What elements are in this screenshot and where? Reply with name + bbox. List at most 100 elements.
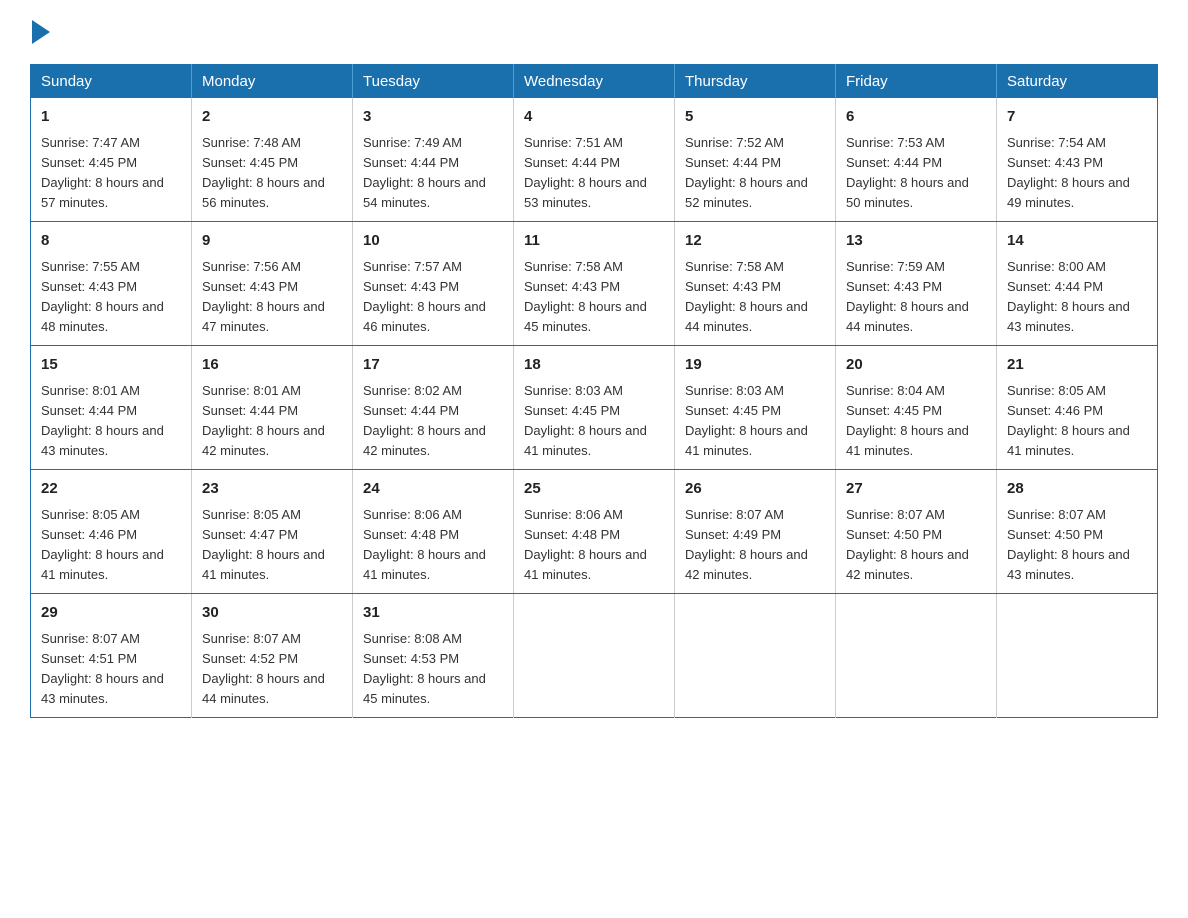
day-info: Sunrise: 7:47 AMSunset: 4:45 PMDaylight:… — [41, 135, 164, 210]
calendar-cell: 15 Sunrise: 8:01 AMSunset: 4:44 PMDaylig… — [31, 346, 192, 470]
day-number: 28 — [1007, 478, 1147, 501]
day-info: Sunrise: 7:53 AMSunset: 4:44 PMDaylight:… — [846, 135, 969, 210]
day-number: 24 — [363, 478, 503, 501]
calendar-cell: 8 Sunrise: 7:55 AMSunset: 4:43 PMDayligh… — [31, 222, 192, 346]
day-info: Sunrise: 7:48 AMSunset: 4:45 PMDaylight:… — [202, 135, 325, 210]
calendar-cell: 30 Sunrise: 8:07 AMSunset: 4:52 PMDaylig… — [192, 594, 353, 718]
day-number: 7 — [1007, 106, 1147, 129]
day-info: Sunrise: 8:07 AMSunset: 4:52 PMDaylight:… — [202, 631, 325, 706]
day-of-week-header: Friday — [836, 65, 997, 99]
day-info: Sunrise: 8:01 AMSunset: 4:44 PMDaylight:… — [202, 383, 325, 458]
day-number: 10 — [363, 230, 503, 253]
day-number: 25 — [524, 478, 664, 501]
calendar-cell: 23 Sunrise: 8:05 AMSunset: 4:47 PMDaylig… — [192, 470, 353, 594]
calendar-week-row: 1 Sunrise: 7:47 AMSunset: 4:45 PMDayligh… — [31, 98, 1158, 222]
day-info: Sunrise: 7:59 AMSunset: 4:43 PMDaylight:… — [846, 259, 969, 334]
day-info: Sunrise: 7:58 AMSunset: 4:43 PMDaylight:… — [685, 259, 808, 334]
day-number: 12 — [685, 230, 825, 253]
day-of-week-header: Tuesday — [353, 65, 514, 99]
day-number: 17 — [363, 354, 503, 377]
calendar-week-row: 15 Sunrise: 8:01 AMSunset: 4:44 PMDaylig… — [31, 346, 1158, 470]
calendar-cell: 9 Sunrise: 7:56 AMSunset: 4:43 PMDayligh… — [192, 222, 353, 346]
day-info: Sunrise: 8:04 AMSunset: 4:45 PMDaylight:… — [846, 383, 969, 458]
calendar-cell: 31 Sunrise: 8:08 AMSunset: 4:53 PMDaylig… — [353, 594, 514, 718]
day-of-week-header: Monday — [192, 65, 353, 99]
day-info: Sunrise: 8:08 AMSunset: 4:53 PMDaylight:… — [363, 631, 486, 706]
calendar-cell: 27 Sunrise: 8:07 AMSunset: 4:50 PMDaylig… — [836, 470, 997, 594]
calendar-cell — [836, 594, 997, 718]
day-info: Sunrise: 7:49 AMSunset: 4:44 PMDaylight:… — [363, 135, 486, 210]
day-info: Sunrise: 8:02 AMSunset: 4:44 PMDaylight:… — [363, 383, 486, 458]
calendar-cell: 19 Sunrise: 8:03 AMSunset: 4:45 PMDaylig… — [675, 346, 836, 470]
calendar-cell: 22 Sunrise: 8:05 AMSunset: 4:46 PMDaylig… — [31, 470, 192, 594]
calendar-cell: 26 Sunrise: 8:07 AMSunset: 4:49 PMDaylig… — [675, 470, 836, 594]
day-info: Sunrise: 7:54 AMSunset: 4:43 PMDaylight:… — [1007, 135, 1130, 210]
calendar-cell: 4 Sunrise: 7:51 AMSunset: 4:44 PMDayligh… — [514, 98, 675, 222]
calendar-cell — [997, 594, 1158, 718]
calendar-cell: 3 Sunrise: 7:49 AMSunset: 4:44 PMDayligh… — [353, 98, 514, 222]
day-info: Sunrise: 8:01 AMSunset: 4:44 PMDaylight:… — [41, 383, 164, 458]
day-info: Sunrise: 8:07 AMSunset: 4:51 PMDaylight:… — [41, 631, 164, 706]
day-number: 19 — [685, 354, 825, 377]
day-number: 18 — [524, 354, 664, 377]
day-number: 20 — [846, 354, 986, 377]
calendar-cell: 7 Sunrise: 7:54 AMSunset: 4:43 PMDayligh… — [997, 98, 1158, 222]
day-info: Sunrise: 8:06 AMSunset: 4:48 PMDaylight:… — [524, 507, 647, 582]
page-header — [30, 20, 1158, 44]
day-number: 27 — [846, 478, 986, 501]
day-info: Sunrise: 7:55 AMSunset: 4:43 PMDaylight:… — [41, 259, 164, 334]
calendar-cell: 6 Sunrise: 7:53 AMSunset: 4:44 PMDayligh… — [836, 98, 997, 222]
calendar-cell: 28 Sunrise: 8:07 AMSunset: 4:50 PMDaylig… — [997, 470, 1158, 594]
calendar-cell: 20 Sunrise: 8:04 AMSunset: 4:45 PMDaylig… — [836, 346, 997, 470]
day-info: Sunrise: 8:00 AMSunset: 4:44 PMDaylight:… — [1007, 259, 1130, 334]
day-number: 6 — [846, 106, 986, 129]
day-info: Sunrise: 8:03 AMSunset: 4:45 PMDaylight:… — [524, 383, 647, 458]
calendar-cell: 10 Sunrise: 7:57 AMSunset: 4:43 PMDaylig… — [353, 222, 514, 346]
day-info: Sunrise: 7:51 AMSunset: 4:44 PMDaylight:… — [524, 135, 647, 210]
day-number: 21 — [1007, 354, 1147, 377]
day-number: 4 — [524, 106, 664, 129]
calendar-week-row: 29 Sunrise: 8:07 AMSunset: 4:51 PMDaylig… — [31, 594, 1158, 718]
day-number: 23 — [202, 478, 342, 501]
day-of-week-header: Thursday — [675, 65, 836, 99]
calendar-cell: 29 Sunrise: 8:07 AMSunset: 4:51 PMDaylig… — [31, 594, 192, 718]
day-info: Sunrise: 8:05 AMSunset: 4:47 PMDaylight:… — [202, 507, 325, 582]
calendar-cell: 5 Sunrise: 7:52 AMSunset: 4:44 PMDayligh… — [675, 98, 836, 222]
calendar-cell: 14 Sunrise: 8:00 AMSunset: 4:44 PMDaylig… — [997, 222, 1158, 346]
day-number: 16 — [202, 354, 342, 377]
calendar-cell: 1 Sunrise: 7:47 AMSunset: 4:45 PMDayligh… — [31, 98, 192, 222]
day-number: 3 — [363, 106, 503, 129]
day-of-week-header: Saturday — [997, 65, 1158, 99]
day-number: 13 — [846, 230, 986, 253]
day-number: 8 — [41, 230, 181, 253]
day-number: 1 — [41, 106, 181, 129]
day-info: Sunrise: 8:05 AMSunset: 4:46 PMDaylight:… — [1007, 383, 1130, 458]
calendar-cell: 2 Sunrise: 7:48 AMSunset: 4:45 PMDayligh… — [192, 98, 353, 222]
day-number: 11 — [524, 230, 664, 253]
day-number: 15 — [41, 354, 181, 377]
calendar-cell — [514, 594, 675, 718]
calendar-cell: 12 Sunrise: 7:58 AMSunset: 4:43 PMDaylig… — [675, 222, 836, 346]
day-info: Sunrise: 8:07 AMSunset: 4:50 PMDaylight:… — [846, 507, 969, 582]
calendar-cell: 16 Sunrise: 8:01 AMSunset: 4:44 PMDaylig… — [192, 346, 353, 470]
calendar-cell: 17 Sunrise: 8:02 AMSunset: 4:44 PMDaylig… — [353, 346, 514, 470]
day-of-week-header: Wednesday — [514, 65, 675, 99]
day-number: 22 — [41, 478, 181, 501]
calendar-cell: 25 Sunrise: 8:06 AMSunset: 4:48 PMDaylig… — [514, 470, 675, 594]
calendar-week-row: 8 Sunrise: 7:55 AMSunset: 4:43 PMDayligh… — [31, 222, 1158, 346]
day-number: 14 — [1007, 230, 1147, 253]
day-number: 31 — [363, 602, 503, 625]
day-number: 30 — [202, 602, 342, 625]
calendar-table: SundayMondayTuesdayWednesdayThursdayFrid… — [30, 64, 1158, 718]
day-info: Sunrise: 8:06 AMSunset: 4:48 PMDaylight:… — [363, 507, 486, 582]
day-number: 26 — [685, 478, 825, 501]
day-info: Sunrise: 8:03 AMSunset: 4:45 PMDaylight:… — [685, 383, 808, 458]
day-number: 29 — [41, 602, 181, 625]
day-number: 2 — [202, 106, 342, 129]
day-number: 9 — [202, 230, 342, 253]
day-info: Sunrise: 8:07 AMSunset: 4:49 PMDaylight:… — [685, 507, 808, 582]
calendar-week-row: 22 Sunrise: 8:05 AMSunset: 4:46 PMDaylig… — [31, 470, 1158, 594]
calendar-header-row: SundayMondayTuesdayWednesdayThursdayFrid… — [31, 65, 1158, 99]
day-info: Sunrise: 7:58 AMSunset: 4:43 PMDaylight:… — [524, 259, 647, 334]
logo — [30, 20, 50, 44]
